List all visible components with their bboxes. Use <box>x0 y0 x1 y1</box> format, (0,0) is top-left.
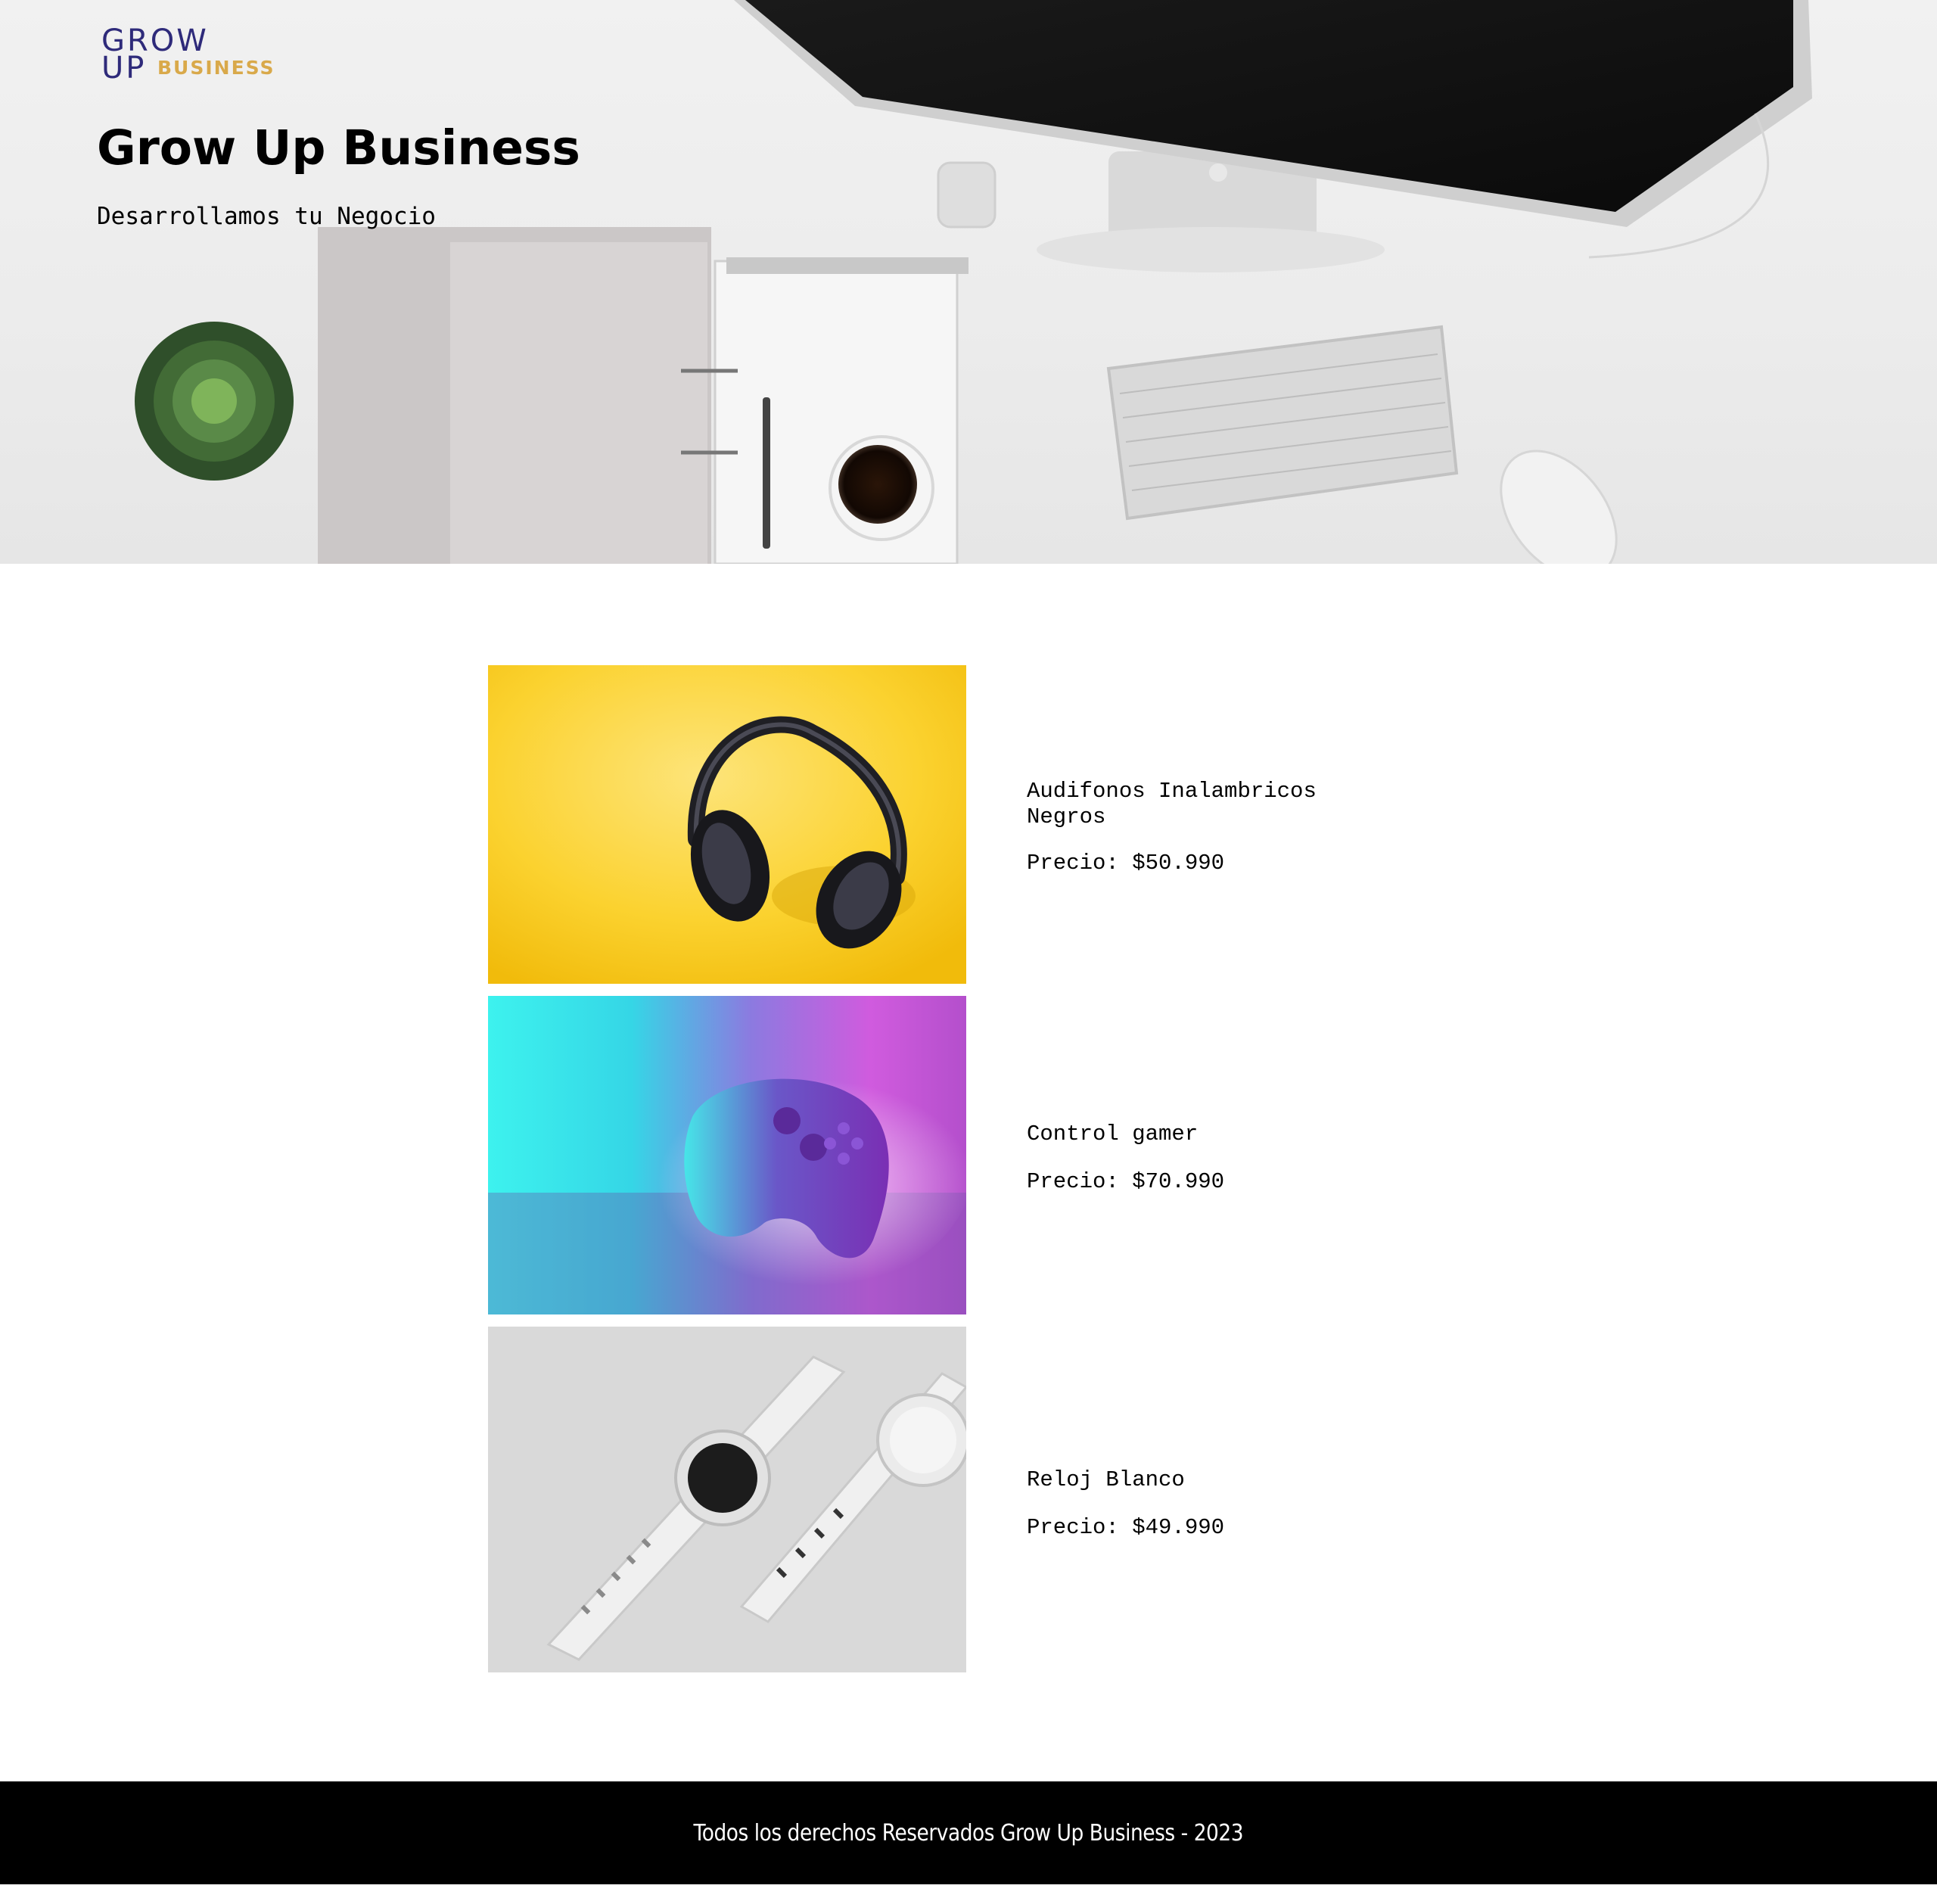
product-price: Precio: $70.990 <box>1027 1169 1225 1194</box>
logo-business-text: BUSINESS <box>157 57 275 79</box>
product-name: Reloj Blanco <box>1027 1467 1185 1492</box>
page-subtitle: Desarrollamos tu Negocio <box>97 203 436 230</box>
headphones-image <box>488 665 966 984</box>
watch-image <box>488 1327 966 1672</box>
page-title: Grow Up Business <box>97 120 580 176</box>
product-name: Control gamer <box>1027 1122 1199 1146</box>
hero-banner: GROW UP BUSINESS Grow Up Business Desarr… <box>0 0 1937 564</box>
product-price: Precio: $50.990 <box>1027 851 1225 876</box>
logo[interactable]: GROW UP BUSINESS <box>101 26 283 86</box>
logo-up-text: UP <box>101 51 147 86</box>
gamepad-image <box>488 996 966 1314</box>
desk-workspace-image <box>135 0 1812 564</box>
copyright-text: Todos los derechos Reservados Grow Up Bu… <box>693 1819 1244 1846</box>
footer: Todos los derechos Reservados Grow Up Bu… <box>0 1781 1937 1884</box>
product-name: Audifonos Inalambricos Negros <box>1027 779 1317 829</box>
product-price: Precio: $49.990 <box>1027 1515 1225 1540</box>
